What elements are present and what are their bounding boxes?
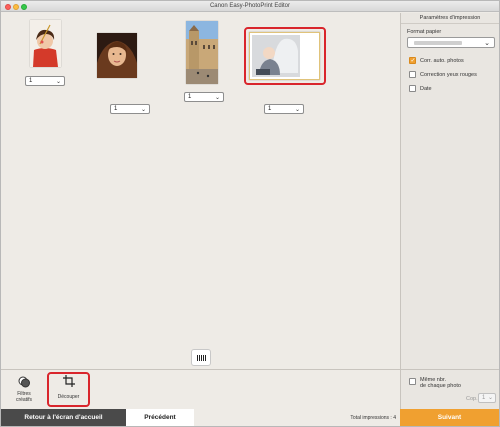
total-prints-text: Total impressions : 4	[350, 415, 396, 421]
copies-panel: Même nbr. de chaque photo Cop. 1 ⌄	[400, 369, 499, 409]
total-prints-area: Total impressions : 4	[194, 409, 400, 426]
chevron-down-icon: ⌄	[55, 79, 61, 85]
red-eye-correction-label: Correction yeux rouges	[420, 72, 477, 78]
photo-baby	[249, 32, 320, 80]
photo-image	[250, 33, 319, 79]
quantity-select-1[interactable]: 1 ⌄	[25, 76, 65, 86]
barcode-view-icon	[197, 355, 206, 361]
crop-button[interactable]: Découper	[51, 375, 86, 405]
quantity-value: 1	[114, 106, 118, 112]
view-mode-toggle-button[interactable]	[191, 349, 211, 366]
creative-filters-icon	[18, 376, 30, 388]
quantity-value: 1	[29, 78, 33, 84]
photo-thumbnail-1[interactable]: 1 ⌄	[25, 20, 65, 86]
paper-size-label: Format papier	[407, 29, 442, 35]
app-window: Canon Easy-PhotoPrint Editor 1 ⌄ 1 ⌄ 1 ⌄…	[0, 0, 500, 427]
quantity-value: 1	[268, 106, 272, 112]
chevron-down-icon: ⌄	[140, 107, 146, 113]
previous-button[interactable]: Précédent	[126, 409, 194, 426]
navigation-bar: Retour à l'écran d'accueil Précédent Tot…	[1, 409, 499, 426]
panel-title: Paramètres d'impression	[401, 13, 499, 24]
photo-image	[186, 21, 218, 84]
print-settings-panel: Paramètres d'impression Format papier ⌄ …	[400, 13, 499, 369]
chevron-down-icon: ⌄	[294, 107, 300, 113]
copies-label: Cop.	[466, 396, 478, 402]
photo-area: 1 ⌄ 1 ⌄ 1 ⌄ 1 ⌄	[1, 13, 400, 369]
creative-filters-label-2: créatifs	[15, 397, 33, 403]
photo-town-square	[186, 21, 218, 84]
copies-value: 1	[482, 395, 486, 401]
same-quantity-label-line2: de chaque photo	[420, 383, 461, 389]
red-eye-correction-checkbox[interactable]	[409, 71, 416, 78]
date-checkbox[interactable]	[409, 85, 416, 92]
title-bar: Canon Easy-PhotoPrint Editor	[1, 1, 499, 12]
edit-toolbar: Filtres créatifs Découper	[1, 369, 400, 409]
paper-size-select[interactable]: ⌄	[407, 37, 495, 48]
quantity-value: 1	[188, 94, 192, 100]
crop-label: Découper	[57, 394, 80, 400]
chevron-down-icon: ⌄	[484, 40, 490, 47]
window-title: Canon Easy-PhotoPrint Editor	[209, 3, 291, 9]
chevron-down-icon: ⌄	[487, 395, 493, 401]
photo-thumbnail-2[interactable]: 1 ⌄	[97, 33, 150, 114]
paper-size-value-placeholder	[414, 41, 462, 45]
quantity-select-2[interactable]: 1 ⌄	[110, 104, 150, 114]
copies-stepper[interactable]: 1 ⌄	[478, 393, 496, 403]
photo-girl-paintbrush	[30, 20, 61, 67]
quantity-select-3[interactable]: 1 ⌄	[184, 92, 224, 102]
photo-thumbnail-3[interactable]: 1 ⌄	[184, 21, 224, 102]
next-button[interactable]: Suivant	[400, 409, 499, 426]
same-quantity-checkbox[interactable]	[409, 378, 416, 385]
photo-woman-portrait	[97, 33, 137, 78]
date-label: Date	[420, 86, 432, 92]
back-to-home-button[interactable]: Retour à l'écran d'accueil	[1, 409, 126, 426]
creative-filters-button[interactable]: Filtres créatifs	[7, 376, 41, 406]
photo-image	[97, 33, 137, 78]
chevron-down-icon: ⌄	[214, 95, 220, 101]
quantity-select-4[interactable]: 1 ⌄	[264, 104, 304, 114]
auto-photo-fix-label: Corr. auto. photos	[420, 58, 464, 64]
photo-thumbnail-4[interactable]: 1 ⌄	[249, 32, 320, 114]
auto-photo-fix-checkbox[interactable]	[409, 57, 416, 64]
photo-image	[30, 20, 61, 67]
crop-icon	[62, 375, 75, 387]
